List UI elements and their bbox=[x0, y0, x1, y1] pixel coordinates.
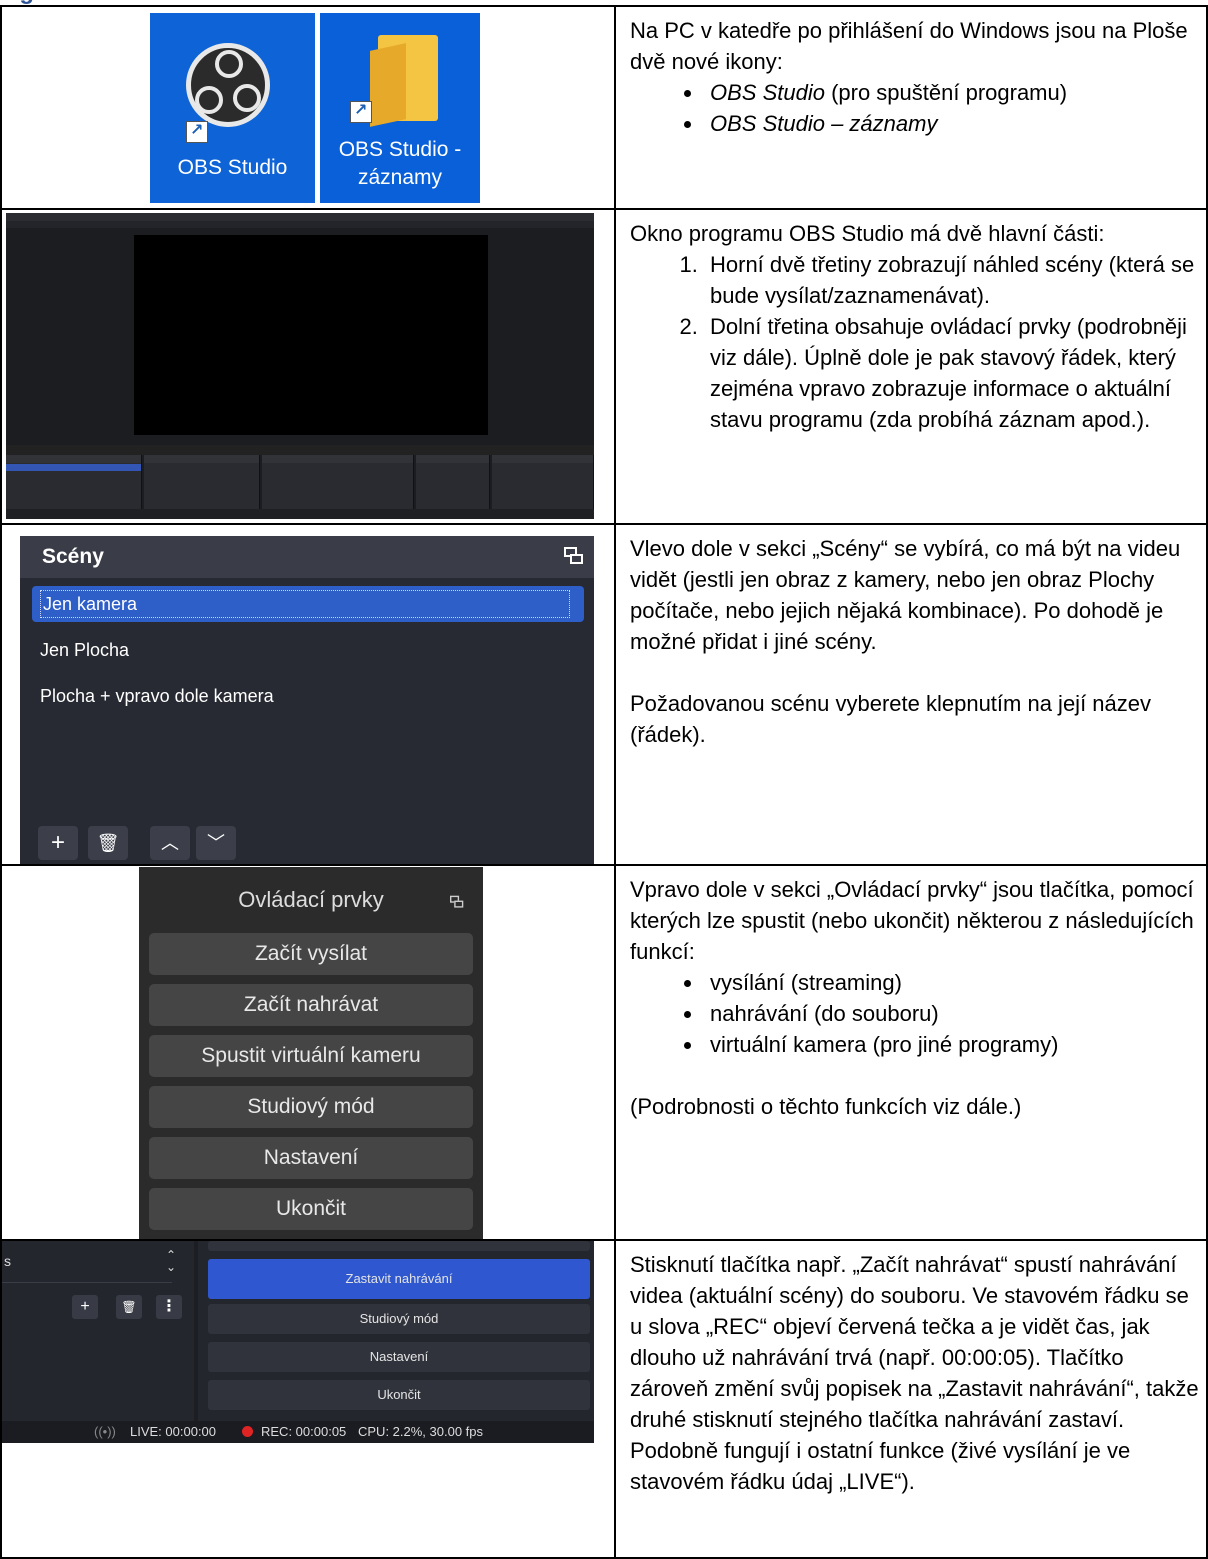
obs-logo-icon bbox=[186, 43, 270, 127]
description-cell: Na PC v katedře po přihlášení do Windows… bbox=[614, 5, 1208, 210]
list-item: Dolní třetina obsahuje ovládací prvky (p… bbox=[704, 311, 1200, 435]
stop-recording-button[interactable]: Zastavit nahrávání bbox=[208, 1259, 590, 1299]
transitions-dock bbox=[416, 455, 490, 509]
scene-item-plocha-kamera[interactable]: Plocha + vpravo dole kamera bbox=[32, 678, 584, 714]
dock-tabs bbox=[6, 445, 594, 455]
list-item: virtuální kamera (pro jiné programy) bbox=[704, 1029, 1200, 1060]
paragraph: Vpravo dole v sekci „Ovládací prvky“ jso… bbox=[630, 877, 1194, 964]
studio-mode-button[interactable]: Studiový mód bbox=[149, 1086, 473, 1128]
rec-status: REC: 00:00:05 bbox=[261, 1424, 347, 1439]
table-row: Scény Jen kamera Jen Plocha Plocha + vpr… bbox=[0, 523, 1208, 866]
table-row: Ovládací prvky Začít vysílat Začít nahrá… bbox=[0, 864, 1208, 1241]
table-row: OBS Studio OBS Studio - záznamy Na PC v … bbox=[0, 5, 1208, 210]
list-item: OBS Studio – záznamy bbox=[704, 108, 1200, 139]
controls-header: Ovládací prvky bbox=[139, 867, 483, 933]
live-icon: ((•)) bbox=[94, 1424, 116, 1439]
live-status: LIVE: 00:00:00 bbox=[130, 1424, 217, 1439]
table-row: s ⌃ ⌄ + 🗑 ⋮ Zastavit nahrávání Studiový m… bbox=[0, 1239, 1208, 1559]
desktop-icon-label-line2: záznamy bbox=[357, 166, 443, 189]
desktop-icon-label: OBS Studio bbox=[177, 156, 288, 179]
list-item: OBS Studio (pro spuštění programu) bbox=[704, 77, 1200, 108]
controls-panel-screenshot: Ovládací prvky Začít vysílat Začít nahrá… bbox=[0, 864, 616, 1241]
scenes-title: Scény bbox=[42, 545, 104, 568]
instruction-table: OBS Studio OBS Studio - záznamy Na PC v … bbox=[0, 5, 1208, 1559]
desktop-icon-label: OBS Studio - bbox=[338, 138, 462, 161]
section-heading-fragment: Ng bbox=[2, 0, 42, 4]
paragraph: Na PC v katedře po přihlášení do Windows… bbox=[630, 18, 1188, 74]
move-down-button[interactable]: ﹀ bbox=[196, 826, 236, 860]
scene-preview bbox=[134, 235, 488, 435]
bullet-list: vysílání (streaming) nahrávání (do soubo… bbox=[674, 967, 1200, 1060]
paragraph: Okno programu OBS Studio má dvě hlavní č… bbox=[630, 221, 1105, 246]
status-bar: ((•)) LIVE: 00:00:00 REC: 00:00:05 CPU: … bbox=[3, 1421, 594, 1443]
sources-dock bbox=[144, 455, 260, 509]
numbered-list: Horní dvě třetiny zobrazují náhled scény… bbox=[674, 249, 1200, 435]
description-cell: Stisknutí tlačítka např. „Začít nahrávat… bbox=[614, 1239, 1208, 1559]
controls-title: Ovládací prvky bbox=[238, 887, 384, 912]
obs-studio-desktop-icon[interactable]: OBS Studio bbox=[150, 13, 315, 203]
paragraph: Vlevo dole v sekci „Scény“ se vybírá, co… bbox=[630, 536, 1181, 654]
add-icon[interactable]: + bbox=[72, 1295, 98, 1319]
undock-icon[interactable] bbox=[564, 547, 584, 565]
shortcut-arrow-icon bbox=[350, 100, 372, 123]
description-cell: Vlevo dole v sekci „Scény“ se vybírá, co… bbox=[614, 523, 1208, 866]
hidden-button bbox=[208, 1242, 590, 1251]
scene-item-jen-plocha[interactable]: Jen Plocha bbox=[32, 632, 584, 668]
description-cell: Okno programu OBS Studio má dvě hlavní č… bbox=[614, 208, 1208, 525]
list-item: Horní dvě třetiny zobrazují náhled scény… bbox=[704, 249, 1200, 311]
audio-mixer-dock bbox=[262, 455, 414, 509]
shortcut-arrow-icon bbox=[186, 120, 208, 143]
exit-button[interactable]: Ukončit bbox=[149, 1188, 473, 1230]
obs-window-screenshot bbox=[0, 208, 616, 525]
move-up-button[interactable]: ︿ bbox=[150, 826, 190, 860]
description-cell: Vpravo dole v sekci „Ovládací prvky“ jso… bbox=[614, 864, 1208, 1241]
table-row: Okno programu OBS Studio má dvě hlavní č… bbox=[0, 208, 1208, 525]
settings-button[interactable]: Nastavení bbox=[149, 1137, 473, 1179]
status-bar bbox=[6, 509, 594, 519]
controls-panel: Ovládací prvky Začít vysílat Začít nahrá… bbox=[139, 867, 483, 1238]
obs-recordings-folder-icon[interactable]: OBS Studio - záznamy bbox=[320, 13, 480, 203]
scenes-panel-screenshot: Scény Jen kamera Jen Plocha Plocha + vpr… bbox=[0, 523, 616, 866]
exit-button[interactable]: Ukončit bbox=[208, 1380, 590, 1410]
undock-icon[interactable] bbox=[450, 895, 464, 909]
start-recording-button[interactable]: Začít nahrávat bbox=[149, 984, 473, 1026]
scenes-header: Scény bbox=[20, 536, 594, 578]
add-scene-button[interactable]: + bbox=[38, 826, 78, 860]
trash-icon[interactable]: 🗑 bbox=[116, 1295, 142, 1319]
delete-scene-button[interactable]: 🗑 bbox=[88, 826, 128, 860]
menu-bar bbox=[6, 221, 594, 228]
more-icon[interactable]: ⋮ bbox=[156, 1295, 182, 1319]
start-virtual-camera-button[interactable]: Spustit virtuální kameru bbox=[149, 1035, 473, 1077]
paragraph: Požadovanou scénu vyberete klepnutím na … bbox=[630, 691, 1151, 747]
controls-dock bbox=[492, 455, 594, 509]
scenes-panel: Scény Jen kamera Jen Plocha Plocha + vpr… bbox=[20, 536, 594, 863]
rec-dot-icon bbox=[242, 1426, 253, 1437]
paragraph: (Podrobnosti o těchto funkcích viz dále.… bbox=[630, 1094, 1022, 1119]
controls-dock: Zastavit nahrávání Studiový mód Nastaven… bbox=[198, 1242, 594, 1421]
paragraph: Stisknutí tlačítka např. „Začít nahrávat… bbox=[630, 1252, 1199, 1494]
start-streaming-button[interactable]: Začít vysílat bbox=[149, 933, 473, 975]
settings-button[interactable]: Nastavení bbox=[208, 1342, 590, 1372]
scene-item-jen-kamera[interactable]: Jen kamera bbox=[32, 586, 584, 622]
transitions-dock: s ⌃ ⌄ + 🗑 ⋮ bbox=[3, 1242, 194, 1421]
window-title-bar bbox=[6, 213, 594, 221]
recording-panel: s ⌃ ⌄ + 🗑 ⋮ Zastavit nahrávání Studiový m… bbox=[3, 1242, 594, 1443]
recording-screenshot: s ⌃ ⌄ + 🗑 ⋮ Zastavit nahrávání Studiový m… bbox=[0, 1239, 616, 1559]
bullet-list: OBS Studio (pro spuštění programu) OBS S… bbox=[674, 77, 1200, 139]
folder-icon bbox=[378, 35, 438, 121]
list-item: nahrávání (do souboru) bbox=[704, 998, 1200, 1029]
cpu-status: CPU: 2.2%, 30.00 fps bbox=[358, 1424, 484, 1439]
scenes-dock bbox=[6, 455, 142, 509]
list-item: vysílání (streaming) bbox=[704, 967, 1200, 998]
studio-mode-button[interactable]: Studiový mód bbox=[208, 1304, 590, 1334]
obs-window bbox=[6, 213, 594, 519]
desktop-icons-screenshot: OBS Studio OBS Studio - záznamy bbox=[0, 5, 616, 210]
